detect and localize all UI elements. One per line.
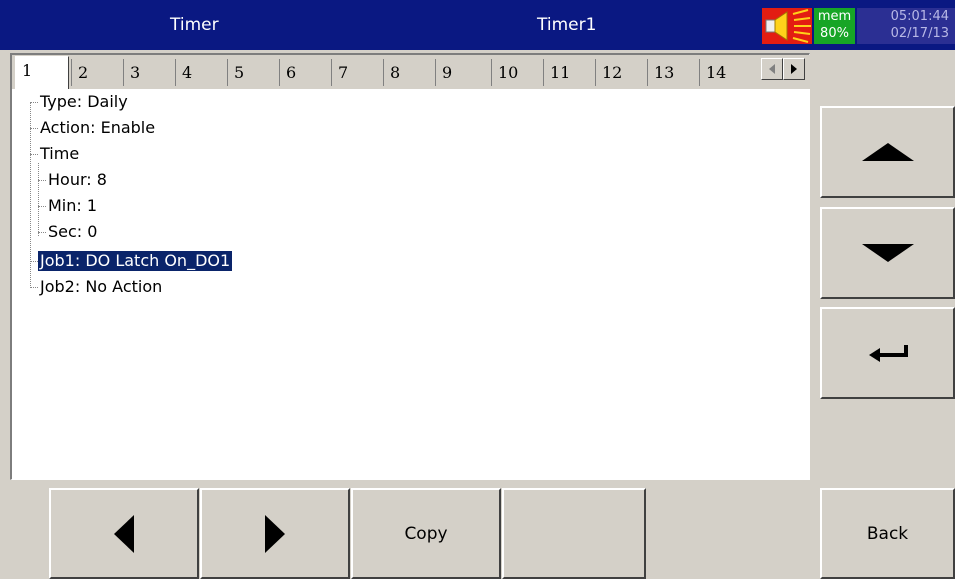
item-title: Timer1 bbox=[537, 15, 597, 35]
copy-button-label: Copy bbox=[404, 523, 448, 544]
blank-button[interactable] bbox=[502, 488, 646, 579]
scroll-right-icon bbox=[791, 64, 797, 74]
tab-scroll-controls bbox=[761, 58, 805, 80]
tree-item-time[interactable]: Time bbox=[40, 144, 79, 164]
tree-item-action[interactable]: Action: Enable bbox=[40, 118, 155, 138]
enter-icon bbox=[868, 345, 908, 362]
tree-item-min[interactable]: Min: 1 bbox=[48, 196, 97, 216]
tab-5[interactable]: 5 bbox=[227, 59, 279, 86]
tab-12[interactable]: 12 bbox=[595, 59, 647, 86]
tab-3[interactable]: 3 bbox=[123, 59, 175, 86]
tab-14[interactable]: 14 bbox=[699, 59, 757, 86]
down-button[interactable] bbox=[820, 207, 955, 299]
tree-connector bbox=[30, 261, 38, 262]
tree-item-job1[interactable]: Job1: DO Latch On_DO1 bbox=[38, 251, 233, 271]
up-arrow-icon bbox=[861, 143, 914, 161]
speaker-icon bbox=[765, 9, 811, 43]
tab-6[interactable]: 6 bbox=[279, 59, 331, 86]
tab-13[interactable]: 13 bbox=[647, 59, 699, 86]
screen-title: Timer bbox=[170, 15, 219, 35]
tree-connector bbox=[38, 163, 39, 236]
memory-indicator: mem 80% bbox=[814, 8, 855, 44]
left-arrow-icon bbox=[114, 514, 134, 553]
back-button-label: Back bbox=[866, 523, 909, 544]
timer-config-panel: 1 2 3 4 5 6 7 8 9 10 11 12 13 14 Type: D… bbox=[10, 53, 810, 480]
right-arrow-icon bbox=[265, 514, 285, 553]
up-button[interactable] bbox=[820, 106, 955, 198]
memory-label: mem bbox=[817, 9, 852, 24]
copy-button[interactable]: Copy bbox=[351, 488, 501, 579]
tab-11[interactable]: 11 bbox=[543, 59, 595, 86]
clock-time: 05:01:44 bbox=[890, 9, 949, 24]
tree-connector bbox=[30, 102, 38, 103]
tree-item-job2[interactable]: Job2: No Action bbox=[40, 277, 162, 297]
back-button[interactable]: Back bbox=[820, 488, 955, 579]
tab-8[interactable]: 8 bbox=[383, 59, 435, 86]
tree-connector bbox=[30, 287, 38, 288]
tree-item-hour[interactable]: Hour: 8 bbox=[48, 170, 107, 190]
tree-connector bbox=[38, 206, 46, 207]
tree-item-sec[interactable]: Sec: 0 bbox=[48, 222, 97, 242]
clock-date: 02/17/13 bbox=[890, 26, 949, 41]
tab-1[interactable]: 1 bbox=[15, 56, 69, 89]
down-arrow-icon bbox=[861, 244, 914, 262]
next-button[interactable] bbox=[200, 488, 350, 579]
tab-9[interactable]: 9 bbox=[435, 59, 487, 86]
tab-4[interactable]: 4 bbox=[175, 59, 227, 86]
scroll-left-icon bbox=[769, 64, 775, 74]
tree-connector bbox=[30, 128, 38, 129]
tab-scroll-left-button[interactable] bbox=[761, 58, 783, 80]
tab-strip: 1 2 3 4 5 6 7 8 9 10 11 12 13 14 bbox=[12, 55, 810, 89]
clock: 05:01:44 02/17/13 bbox=[857, 8, 955, 44]
settings-tree: Type: Daily Action: Enable Time Hour: 8 … bbox=[12, 91, 810, 477]
memory-value: 80% bbox=[820, 26, 849, 41]
tab-scroll-right-button[interactable] bbox=[783, 58, 805, 80]
tree-connector bbox=[30, 154, 38, 155]
enter-button[interactable] bbox=[820, 307, 955, 399]
alarm-speaker-button[interactable] bbox=[762, 8, 812, 44]
tree-connector bbox=[38, 180, 46, 181]
tab-2[interactable]: 2 bbox=[71, 59, 123, 86]
tree-item-type[interactable]: Type: Daily bbox=[40, 92, 128, 112]
previous-button[interactable] bbox=[49, 488, 199, 579]
tab-10[interactable]: 10 bbox=[491, 59, 543, 86]
tree-connector bbox=[38, 232, 46, 233]
tab-7[interactable]: 7 bbox=[331, 59, 383, 86]
